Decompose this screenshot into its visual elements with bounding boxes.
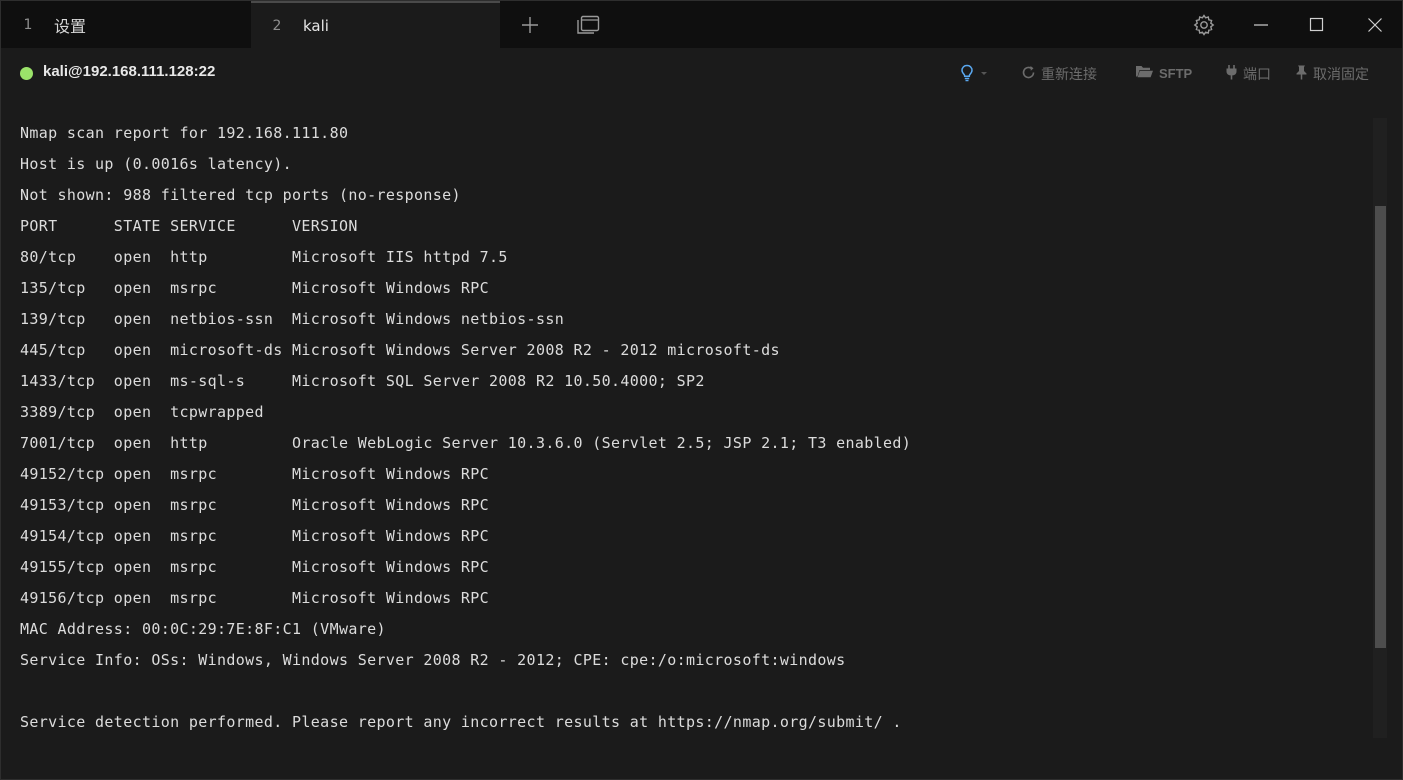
tips-button[interactable]: [959, 64, 994, 86]
sftp-label: SFTP: [1159, 66, 1193, 81]
terminal-line: 139/tcp open netbios-ssn Microsoft Windo…: [20, 310, 565, 328]
terminal-output[interactable]: Nmap scan report for 192.168.111.80 Host…: [1, 118, 1373, 738]
session-actions: 重新连接 SFTP 端口 取消固定: [1, 64, 1402, 84]
tab-number: 1: [23, 16, 33, 33]
terminal-line: 80/tcp open http Microsoft IIS httpd 7.5: [20, 248, 508, 266]
minimize-icon: [1253, 17, 1269, 33]
terminal-line: Service Info: OSs: Windows, Windows Serv…: [20, 651, 846, 669]
refresh-icon: [1021, 65, 1041, 84]
terminal-line: 49154/tcp open msrpc Microsoft Windows R…: [20, 527, 490, 545]
unpin-label: 取消固定: [1313, 67, 1369, 83]
tab-settings[interactable]: 1 设置: [2, 1, 251, 48]
terminal-line: 135/tcp open msrpc Microsoft Windows RPC: [20, 279, 490, 297]
port-button[interactable]: 端口: [1225, 64, 1271, 84]
minimize-button[interactable]: [1241, 1, 1281, 48]
plug-icon: [1225, 64, 1243, 84]
session-header: kali@192.168.111.128:22 重新连接 SFTP 端口 取消固…: [1, 48, 1402, 100]
app-window: 1 设置 2 kali kali@192.168.111.128:22 重新连接…: [0, 0, 1403, 780]
close-icon: [1367, 17, 1383, 33]
terminal-line: 49155/tcp open msrpc Microsoft Windows R…: [20, 558, 490, 576]
tab-overview-button[interactable]: [568, 1, 608, 48]
gear-icon: [1193, 13, 1215, 36]
new-tab-button[interactable]: [511, 1, 549, 48]
terminal-line: Not shown: 988 filtered tcp ports (no-re…: [20, 186, 461, 204]
maximize-icon: [1309, 17, 1325, 33]
port-label: 端口: [1243, 67, 1271, 83]
terminal-line: 445/tcp open microsoft-ds Microsoft Wind…: [20, 341, 780, 359]
tab-title: kali: [303, 16, 329, 35]
terminal-line: 49152/tcp open msrpc Microsoft Windows R…: [20, 465, 490, 483]
terminal-line: PORT STATE SERVICE VERSION: [20, 217, 358, 235]
reconnect-label: 重新连接: [1041, 67, 1097, 83]
terminal-line: MAC Address: 00:0C:29:7E:8F:C1 (VMware): [20, 620, 386, 638]
folder-icon: [1135, 64, 1159, 83]
window-stack-icon: [576, 15, 600, 35]
terminal-line: 1433/tcp open ms-sql-s Microsoft SQL Ser…: [20, 372, 705, 390]
tab-bar: 1 设置 2 kali: [1, 1, 1402, 48]
terminal-line: 49156/tcp open msrpc Microsoft Windows R…: [20, 589, 490, 607]
terminal-line: 49153/tcp open msrpc Microsoft Windows R…: [20, 496, 490, 514]
terminal-line: Nmap scan report for 192.168.111.80: [20, 124, 349, 142]
terminal-scrollbar-thumb[interactable]: [1375, 206, 1386, 648]
pin-icon: [1295, 64, 1313, 84]
close-button[interactable]: [1355, 1, 1395, 48]
sftp-button[interactable]: SFTP: [1135, 64, 1192, 83]
lightbulb-icon: [959, 64, 994, 86]
tab-title: 设置: [54, 16, 87, 36]
terminal-line: 3389/tcp open tcpwrapped: [20, 403, 264, 421]
tab-number: 2: [272, 17, 282, 34]
settings-button[interactable]: [1184, 1, 1224, 48]
plus-icon: [521, 16, 539, 34]
terminal-line: Service detection performed. Please repo…: [20, 713, 902, 731]
terminal-line: 7001/tcp open http Oracle WebLogic Serve…: [20, 434, 912, 452]
tab-kali[interactable]: 2 kali: [251, 1, 500, 48]
maximize-button[interactable]: [1297, 1, 1337, 48]
terminal-line: Host is up (0.0016s latency).: [20, 155, 293, 173]
unpin-button[interactable]: 取消固定: [1295, 64, 1369, 84]
reconnect-button[interactable]: 重新连接: [1021, 64, 1097, 84]
